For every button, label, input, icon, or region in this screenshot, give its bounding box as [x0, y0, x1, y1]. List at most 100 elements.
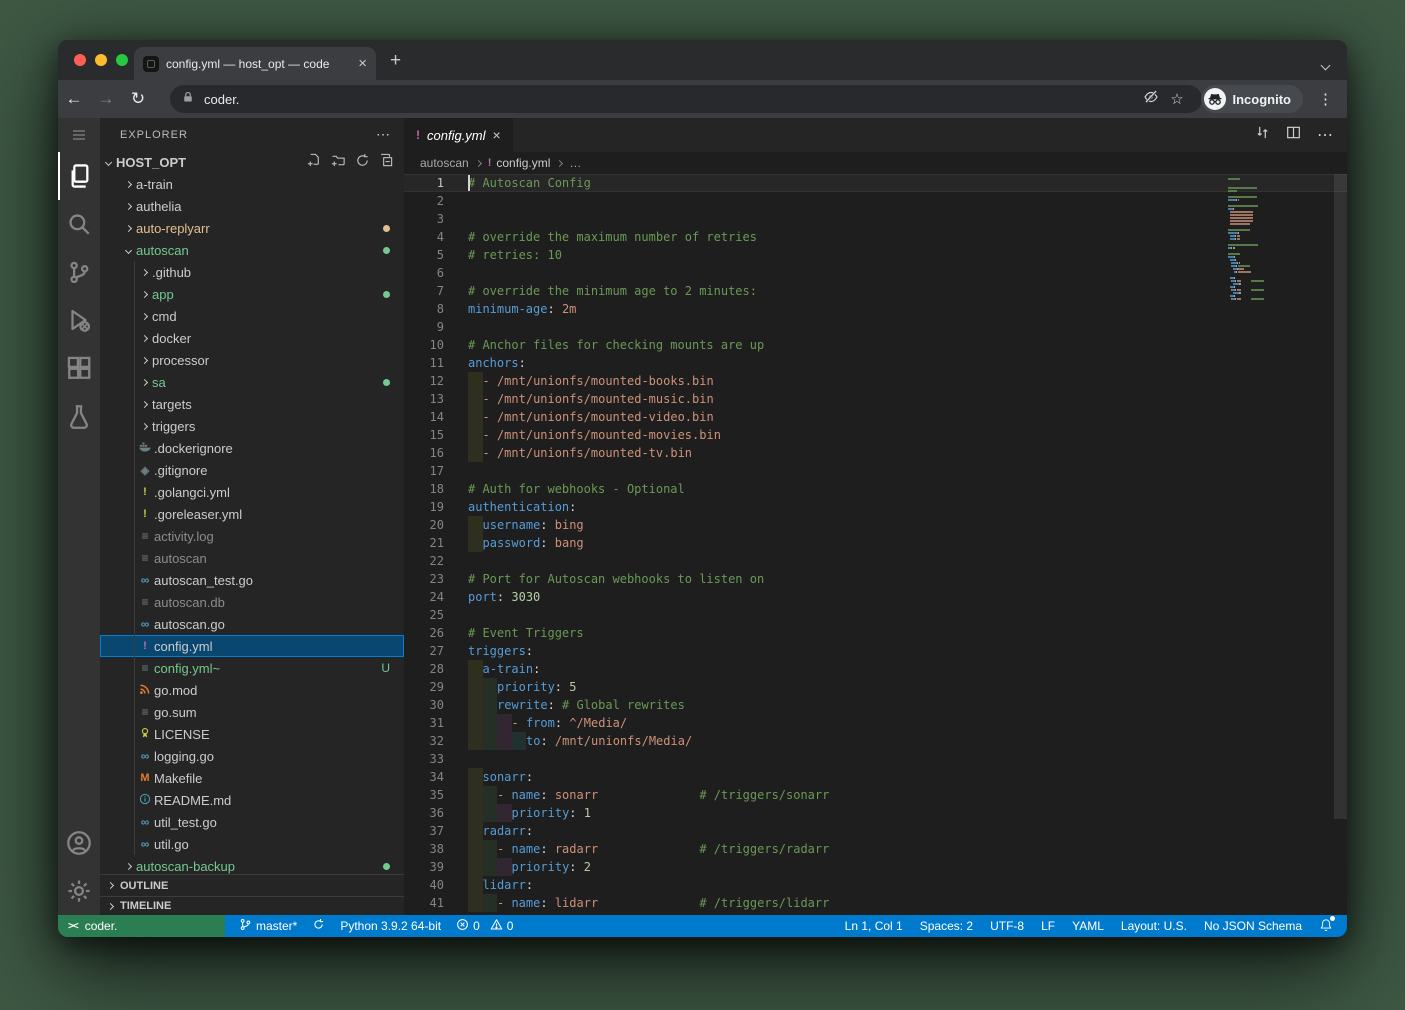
- sync-button[interactable]: [312, 918, 325, 934]
- minimap[interactable]: [1228, 178, 1302, 301]
- tree-item-autoscan-go[interactable]: ∞autoscan.go: [100, 613, 404, 635]
- tree-item-config-yml[interactable]: !config.yml: [100, 635, 404, 657]
- editor-tab-config-yml[interactable]: ! config.yml ×: [404, 118, 513, 152]
- editor-tab-close-icon[interactable]: ×: [493, 127, 501, 143]
- git-branch-item[interactable]: master*: [239, 918, 297, 934]
- tree-item-makefile[interactable]: MMakefile: [100, 767, 404, 789]
- tree-item-auto-replyarr[interactable]: auto-replyarr: [100, 217, 404, 239]
- tree-item-autoscan[interactable]: autoscan: [100, 239, 404, 261]
- line-number: 18: [404, 480, 444, 498]
- bookmark-star-icon[interactable]: ☆: [1164, 90, 1190, 108]
- editor-more-actions-icon[interactable]: ⋯: [1317, 125, 1333, 145]
- tree-item-activity-log[interactable]: ≡activity.log: [100, 525, 404, 547]
- menu-hamburger-icon[interactable]: [58, 122, 100, 148]
- tree-item--dockerignore[interactable]: .dockerignore: [100, 437, 404, 459]
- breadcrumb-symbol[interactable]: …: [569, 156, 581, 170]
- tree-item-triggers[interactable]: triggers: [100, 415, 404, 437]
- chevron-right-icon: [136, 292, 152, 297]
- outline-section[interactable]: OUTLINE: [100, 874, 404, 896]
- tree-item--gitignore[interactable]: ◈.gitignore: [100, 459, 404, 481]
- tree-item-sa[interactable]: sa: [100, 371, 404, 393]
- line-number: 23: [404, 570, 444, 588]
- tree-item-config-yml-[interactable]: ≡config.yml~U: [100, 657, 404, 679]
- tree-item--golangci-yml[interactable]: !.golangci.yml: [100, 481, 404, 503]
- eye-off-icon[interactable]: [1138, 89, 1164, 110]
- tree-item-app[interactable]: app: [100, 283, 404, 305]
- tree-item-autoscan-backup[interactable]: autoscan-backup: [100, 855, 404, 874]
- remote-indicator[interactable]: >< coder.: [58, 915, 225, 937]
- browser-tab[interactable]: config.yml — host_opt — code ×: [134, 47, 376, 80]
- tree-item-util-go[interactable]: ∞util.go: [100, 833, 404, 855]
- source-control-view-icon[interactable]: [58, 248, 100, 296]
- open-changes-icon[interactable]: [1255, 125, 1270, 145]
- testing-view-icon[interactable]: [58, 392, 100, 440]
- back-button[interactable]: ←: [58, 89, 90, 109]
- zoom-window-button[interactable]: [116, 54, 128, 66]
- tree-item-autoscan-db[interactable]: ≡autoscan.db: [100, 591, 404, 613]
- code-editor[interactable]: 1# Autoscan Config234# override the maxi…: [404, 174, 1347, 915]
- breadcrumb-file[interactable]: config.yml: [496, 156, 550, 170]
- account-icon[interactable]: [58, 819, 100, 867]
- status-item-0[interactable]: Ln 1, Col 1: [845, 919, 903, 933]
- tree-item-processor[interactable]: processor: [100, 349, 404, 371]
- explorer-view-icon[interactable]: [58, 152, 100, 200]
- code-token-k: name: [511, 894, 540, 912]
- refresh-icon[interactable]: [355, 153, 370, 171]
- problems-item[interactable]: 0 0: [456, 918, 513, 934]
- tree-item--goreleaser-yml[interactable]: !.goreleaser.yml: [100, 503, 404, 525]
- code-line-25: 25: [404, 606, 1347, 624]
- new-file-icon[interactable]: [307, 153, 322, 171]
- tree-item-a-train[interactable]: a-train: [100, 173, 404, 195]
- status-item-6[interactable]: No JSON Schema: [1204, 919, 1302, 933]
- explorer-more-button[interactable]: ⋯: [376, 126, 390, 143]
- tree-item-authelia[interactable]: authelia: [100, 195, 404, 217]
- tree-item-docker[interactable]: docker: [100, 327, 404, 349]
- tree-item--github[interactable]: .github: [100, 261, 404, 283]
- tree-item-label: autoscan.go: [154, 617, 225, 632]
- close-window-button[interactable]: [74, 54, 86, 66]
- status-item-1[interactable]: Spaces: 2: [920, 919, 973, 933]
- collapse-all-icon[interactable]: [379, 153, 394, 171]
- reload-button[interactable]: ↻: [122, 89, 154, 109]
- tab-search-chevron-icon[interactable]: [1322, 56, 1331, 65]
- breadcrumb-folder[interactable]: autoscan: [420, 156, 469, 170]
- line-number: 7: [404, 282, 444, 300]
- browser-menu-button[interactable]: ⋮: [1318, 90, 1333, 108]
- tree-item-logging-go[interactable]: ∞logging.go: [100, 745, 404, 767]
- tree-item-targets[interactable]: targets: [100, 393, 404, 415]
- settings-gear-icon[interactable]: [58, 867, 100, 915]
- new-tab-button[interactable]: +: [390, 50, 401, 72]
- split-editor-icon[interactable]: [1286, 125, 1301, 145]
- tree-item-go-mod[interactable]: go.mod: [100, 679, 404, 701]
- extensions-view-icon[interactable]: [58, 344, 100, 392]
- status-item-2[interactable]: UTF-8: [990, 919, 1024, 933]
- url-text[interactable]: coder.: [204, 92, 1138, 107]
- tree-item-util-test-go[interactable]: ∞util_test.go: [100, 811, 404, 833]
- code-token-c: # Event Triggers: [468, 624, 584, 642]
- code-token-k: anchors: [468, 354, 519, 372]
- tree-item-cmd[interactable]: cmd: [100, 305, 404, 327]
- tree-item-autoscan-test-go[interactable]: ∞autoscan_test.go: [100, 569, 404, 591]
- editor-scrollbar[interactable]: [1334, 174, 1347, 819]
- code-line-10: 10# Anchor files for checking mounts are…: [404, 336, 1347, 354]
- code-token-p: :: [547, 300, 554, 318]
- status-item-5[interactable]: Layout: U.S.: [1121, 919, 1187, 933]
- search-view-icon[interactable]: [58, 200, 100, 248]
- minimize-window-button[interactable]: [95, 54, 107, 66]
- status-item-4[interactable]: YAML: [1072, 919, 1104, 933]
- forward-button[interactable]: →: [90, 89, 122, 109]
- run-debug-view-icon[interactable]: [58, 296, 100, 344]
- timeline-section[interactable]: TIMELINE: [100, 896, 404, 915]
- tree-root-host-opt[interactable]: HOST_OPT: [100, 151, 404, 173]
- python-interpreter-item[interactable]: Python 3.9.2 64-bit: [340, 919, 441, 933]
- git-status-dot: [383, 379, 390, 386]
- tree-item-readme-md[interactable]: README.md: [100, 789, 404, 811]
- tab-close-icon[interactable]: ×: [358, 56, 367, 71]
- new-folder-icon[interactable]: [331, 153, 346, 171]
- tree-item-license[interactable]: LICENSE: [100, 723, 404, 745]
- tree-item-go-sum[interactable]: ≡go.sum: [100, 701, 404, 723]
- tree-item-autoscan[interactable]: ≡autoscan: [100, 547, 404, 569]
- notifications-bell-icon[interactable]: [1319, 918, 1333, 935]
- status-item-3[interactable]: LF: [1041, 919, 1055, 933]
- address-bar[interactable]: coder. ☆: [170, 85, 1202, 113]
